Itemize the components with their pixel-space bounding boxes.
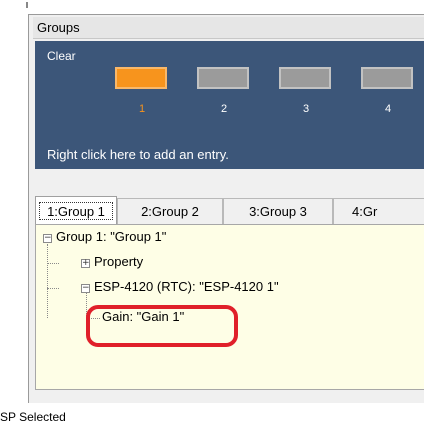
group-slot-1[interactable] — [111, 63, 173, 93]
tab-label: 3:Group 3 — [249, 204, 307, 219]
expand-property-icon[interactable]: + — [81, 259, 90, 268]
tree-item-property[interactable]: Property — [94, 254, 143, 269]
slot-number-3: 3 — [302, 103, 310, 115]
group-selector[interactable]: Clear 1 2 3 4 Right click here to add an… — [35, 41, 424, 169]
collapse-device-icon[interactable]: − — [81, 284, 90, 293]
tree-connector — [47, 244, 48, 318]
slot-swatch — [115, 67, 167, 89]
tab-group-1[interactable]: 1:Group 1 — [35, 196, 117, 224]
group-slot-4[interactable] — [357, 63, 419, 93]
add-entry-hint: Right click here to add an entry. — [47, 147, 229, 162]
tab-label: 4:Gr — [352, 204, 378, 219]
tab-group-2[interactable]: 2:Group 2 — [117, 198, 223, 224]
group-slot-3[interactable] — [275, 63, 337, 93]
focus-rect — [39, 202, 113, 220]
tab-label: 2:Group 2 — [141, 204, 199, 219]
slot-number-2: 2 — [220, 103, 228, 115]
slot-number-4: 4 — [384, 103, 392, 115]
tree-item-device[interactable]: ESP-4120 (RTC): "ESP-4120 1" — [94, 279, 279, 294]
tab-group-3[interactable]: 3:Group 3 — [223, 198, 333, 224]
tree-connector — [47, 288, 59, 289]
tree-connector — [47, 263, 59, 264]
highlight-annotation — [86, 305, 238, 347]
collapse-group-icon[interactable]: − — [43, 234, 52, 243]
window-edge-mark — [26, 2, 28, 8]
tab-group-4[interactable]: 4:Gr — [333, 198, 424, 224]
slot-swatch — [361, 67, 413, 89]
slot-swatch — [279, 67, 331, 89]
status-text: SP Selected — [0, 410, 66, 424]
tree-item-group[interactable]: Group 1: "Group 1" — [56, 229, 166, 244]
panel-title: Groups — [33, 17, 424, 39]
slot-swatch — [197, 67, 249, 89]
slot-number-1: 1 — [138, 103, 146, 115]
group-tabs: 1:Group 1 2:Group 2 3:Group 3 4:Gr — [35, 196, 424, 224]
clear-button[interactable]: Clear — [47, 49, 76, 63]
group-slot-2[interactable] — [193, 63, 255, 93]
